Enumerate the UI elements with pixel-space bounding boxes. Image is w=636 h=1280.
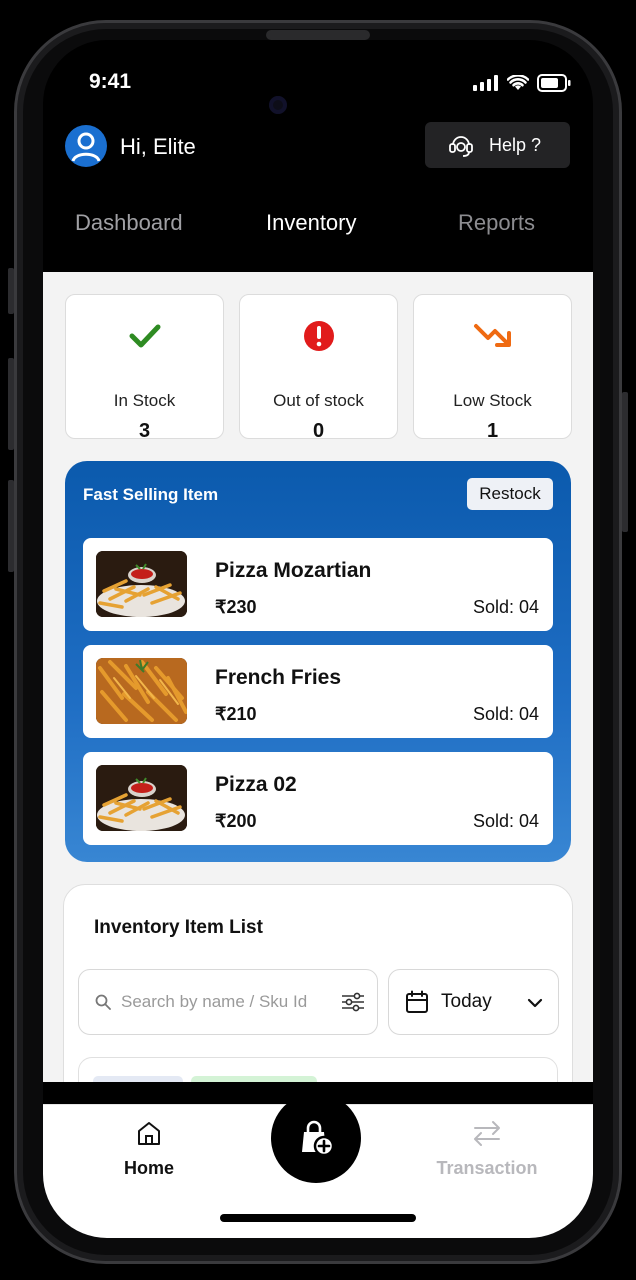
item-price: ₹200 bbox=[215, 811, 257, 831]
status-icons bbox=[473, 74, 571, 92]
item-sold-count: Sold: 04 bbox=[472, 811, 539, 831]
chevron-down-icon bbox=[527, 998, 543, 1008]
nav-transaction-label: Transaction bbox=[436, 1158, 538, 1178]
trending-down-icon bbox=[473, 324, 511, 347]
item-name: Pizza Mozartian bbox=[215, 559, 372, 582]
tab-dashboard[interactable]: Dashboard bbox=[75, 210, 183, 236]
food-image bbox=[96, 551, 187, 617]
greeting-text: Hi, Elite bbox=[120, 134, 196, 159]
date-filter-value: Today bbox=[441, 991, 492, 1012]
item-name: French Fries bbox=[215, 666, 342, 689]
search-box bbox=[78, 969, 378, 1035]
fast-selling-item[interactable]: Pizza 02 ₹200 Sold: 04 bbox=[83, 752, 553, 845]
wifi-icon bbox=[507, 75, 529, 90]
stat-label: In Stock bbox=[113, 391, 176, 410]
nav-home-label: Home bbox=[123, 1158, 174, 1178]
home-indicator[interactable] bbox=[220, 1214, 416, 1222]
header: Hi, Elite Help ? bbox=[43, 122, 593, 178]
food-image bbox=[96, 765, 187, 831]
help-button[interactable]: Help ? bbox=[425, 122, 570, 168]
help-label: Help ? bbox=[489, 134, 542, 155]
nav-home[interactable]: Home bbox=[111, 1119, 187, 1179]
status-chip bbox=[191, 1076, 317, 1082]
inventory-list-item[interactable] bbox=[78, 1057, 558, 1082]
power-button bbox=[622, 392, 628, 532]
stat-label: Low Stock bbox=[453, 391, 532, 410]
status-bar: 9:41 bbox=[43, 40, 593, 130]
date-filter-select[interactable]: Today bbox=[388, 969, 559, 1035]
avatar[interactable] bbox=[65, 125, 107, 167]
transfer-arrows-icon bbox=[474, 1121, 500, 1146]
shopping-bag-add-icon bbox=[302, 1120, 335, 1157]
food-image bbox=[96, 658, 187, 724]
calendar-icon bbox=[406, 990, 428, 1013]
filter-icon[interactable] bbox=[341, 992, 365, 1012]
inventory-list-panel: Inventory Item List Search by name / Sku… bbox=[63, 884, 573, 1082]
tab-reports[interactable]: Reports bbox=[458, 210, 535, 236]
item-price: ₹210 bbox=[215, 704, 257, 724]
tab-inventory[interactable]: Inventory bbox=[266, 210, 357, 236]
main-content: In Stock 3 Out of stock 0 Low Stock 1 Fa… bbox=[43, 272, 593, 1082]
inventory-list-title: Inventory Item List bbox=[94, 917, 263, 938]
fast-selling-item[interactable]: Pizza Mozartian ₹230 Sold: 04 bbox=[83, 538, 553, 631]
item-sold-count: Sold: 04 bbox=[472, 704, 539, 724]
headset-icon bbox=[449, 136, 473, 157]
speaker-grille bbox=[266, 30, 370, 40]
search-input[interactable] bbox=[121, 992, 321, 1012]
tab-bar: Dashboard Inventory Reports bbox=[43, 210, 593, 250]
stat-value: 1 bbox=[486, 420, 499, 442]
battery-icon bbox=[537, 74, 571, 92]
home-icon bbox=[138, 1122, 160, 1145]
stat-card-low-stock[interactable]: Low Stock 1 bbox=[413, 294, 572, 442]
user-icon bbox=[71, 132, 101, 162]
signal-icon bbox=[473, 75, 498, 91]
search-icon bbox=[95, 994, 111, 1010]
checkmark-icon bbox=[129, 324, 160, 348]
item-sold-count: Sold: 04 bbox=[472, 597, 539, 617]
fast-selling-panel: Fast Selling Item Restock Pizza Mozartia… bbox=[65, 461, 571, 862]
category-chip bbox=[93, 1076, 183, 1082]
nav-transaction[interactable]: Transaction bbox=[427, 1119, 547, 1179]
fast-selling-item[interactable]: French Fries ₹210 Sold: 04 bbox=[83, 645, 553, 738]
volume-down-button bbox=[8, 480, 14, 572]
item-price: ₹230 bbox=[215, 597, 257, 617]
stat-label: Out of stock bbox=[273, 391, 364, 410]
screen: 9:41 Hi, Elite Help ? Dashboard Inventor… bbox=[43, 40, 593, 1238]
restock-button[interactable]: Restock bbox=[467, 478, 553, 510]
add-order-button[interactable] bbox=[271, 1093, 361, 1183]
status-time: 9:41 bbox=[89, 70, 132, 93]
silent-switch bbox=[8, 268, 14, 314]
item-name: Pizza 02 bbox=[215, 773, 297, 796]
stat-card-in-stock[interactable]: In Stock 3 bbox=[65, 294, 224, 442]
alert-circle-icon bbox=[303, 321, 334, 351]
stat-value: 3 bbox=[138, 420, 151, 442]
volume-up-button bbox=[8, 358, 14, 450]
stat-value: 0 bbox=[312, 420, 325, 442]
stat-card-out-of-stock[interactable]: Out of stock 0 bbox=[239, 294, 398, 442]
fast-selling-title: Fast Selling Item bbox=[83, 485, 219, 504]
